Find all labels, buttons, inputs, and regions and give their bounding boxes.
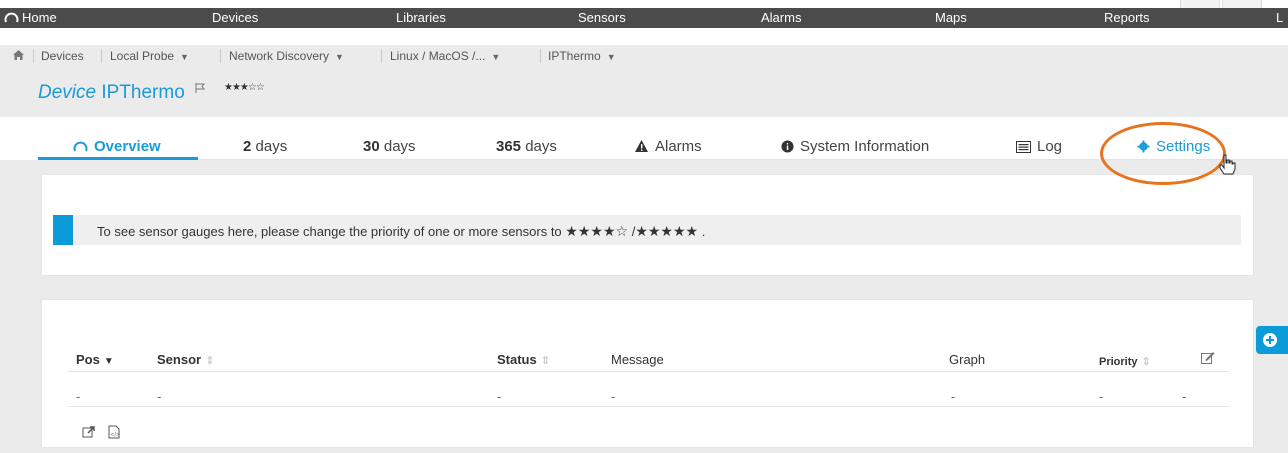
- crumb-separator: [381, 49, 382, 63]
- crumb-devices[interactable]: Devices: [41, 45, 84, 67]
- tab-30-days-number: 30: [363, 138, 380, 155]
- flag-icon[interactable]: [194, 81, 206, 99]
- sort-icon: ⇕: [205, 355, 215, 367]
- column-pos-label: Pos: [76, 352, 100, 367]
- edit-columns-icon[interactable]: [1201, 351, 1215, 369]
- nav-home[interactable]: Home: [4, 8, 57, 28]
- chevron-down-icon[interactable]: ▼: [491, 52, 500, 62]
- highlight-ring: [1100, 122, 1226, 185]
- tab-log[interactable]: Log: [1016, 138, 1062, 160]
- column-message: Message: [611, 352, 664, 367]
- crumb-separator: [33, 49, 34, 63]
- crumb-group-label: Network Discovery: [229, 49, 330, 63]
- table-row-divider: [68, 406, 1229, 407]
- cell-status: -: [497, 389, 502, 404]
- five-stars: ★★★★★: [635, 223, 699, 239]
- sort-down-icon: ▼: [103, 356, 114, 367]
- crumb-separator: [220, 49, 221, 63]
- info-icon: [781, 140, 794, 157]
- crumb-device[interactable]: IPThermo ▼: [548, 45, 616, 67]
- crumb-separator: [540, 49, 541, 63]
- tab-365-days[interactable]: 365 days: [496, 138, 557, 160]
- gauges-notice: To see sensor gauges here, please change…: [53, 215, 1241, 245]
- column-pos[interactable]: Pos ▼: [76, 352, 114, 367]
- object-type: Device: [38, 82, 97, 103]
- tab-30-days-unit: days: [383, 138, 416, 155]
- tab-system-information[interactable]: System Information: [781, 138, 929, 160]
- tab-2-days[interactable]: 2 days: [243, 138, 287, 160]
- tab-365-days-number: 365: [496, 138, 522, 155]
- nav-reports[interactable]: Reports: [1104, 8, 1150, 28]
- column-graph: Graph: [949, 352, 986, 367]
- priority-stars[interactable]: ★★★☆☆: [224, 82, 265, 93]
- column-priority[interactable]: Priority ⇕: [1099, 355, 1151, 368]
- tab-log-label: Log: [1037, 138, 1063, 155]
- four-stars: ★★★★☆: [565, 223, 629, 239]
- column-sensor-label: Sensor: [157, 352, 202, 367]
- main-menu-bar: Home Devices Libraries Sensors Alarms Ma…: [0, 8, 1288, 28]
- nav-libraries[interactable]: Libraries: [396, 8, 446, 28]
- tab-overview-label: Overview: [94, 138, 161, 155]
- column-sensor[interactable]: Sensor ⇕: [157, 352, 214, 367]
- crumb-group[interactable]: Network Discovery ▼: [229, 45, 344, 67]
- tab-2-days-unit: days: [255, 138, 288, 155]
- tab-bar: Overview 2 days 30 days 365 days Alarms …: [0, 130, 1288, 160]
- notice-text: To see sensor gauges here, please change…: [97, 224, 562, 239]
- tab-alarms-label: Alarms: [655, 138, 702, 155]
- plus-circle-icon: [1263, 333, 1277, 347]
- svg-text:</>: </>: [111, 432, 121, 438]
- table-header-divider: [68, 371, 1229, 372]
- notice-message: To see sensor gauges here, please change…: [97, 223, 705, 240]
- sort-icon: ⇕: [1141, 356, 1151, 368]
- tab-30-days[interactable]: 30 days: [363, 138, 416, 160]
- chevron-down-icon[interactable]: ▼: [607, 52, 616, 62]
- gauge-icon: [4, 10, 19, 30]
- table-footer-icons: </>: [82, 425, 121, 444]
- nav-more[interactable]: L: [1276, 8, 1283, 28]
- tab-alarms[interactable]: Alarms: [634, 138, 702, 160]
- crumb-device-label: IPThermo: [548, 49, 601, 63]
- gauge-icon: [73, 140, 88, 157]
- hand-cursor-icon: [1218, 154, 1236, 181]
- xml-export-icon[interactable]: </>: [108, 425, 121, 443]
- nav-home-label: Home: [22, 10, 57, 25]
- nav-sensors[interactable]: Sensors: [578, 8, 626, 28]
- page-title: Device IPThermo: [38, 82, 185, 104]
- list-icon: [1016, 140, 1031, 157]
- warning-icon: [634, 139, 649, 157]
- crumb-separator: [101, 49, 102, 63]
- cell-extra: -: [1182, 389, 1187, 404]
- cell-sensor: -: [157, 389, 162, 404]
- add-button[interactable]: [1256, 326, 1288, 354]
- sensors-table-panel: [42, 300, 1253, 447]
- cell-pos: -: [76, 389, 81, 404]
- external-link-icon[interactable]: [82, 426, 100, 443]
- notice-accent-bar: [53, 215, 73, 245]
- tab-365-days-unit: days: [525, 138, 557, 155]
- top-navigation: Home Devices Libraries Sensors Alarms Ma…: [0, 0, 1288, 28]
- sort-icon: ⇕: [540, 355, 550, 367]
- cell-message: -: [611, 389, 616, 404]
- cell-graph: -: [951, 389, 956, 404]
- notice-end: .: [701, 224, 706, 239]
- nav-maps[interactable]: Maps: [935, 8, 967, 28]
- crumb-probe[interactable]: Local Probe ▼: [110, 45, 189, 67]
- column-status[interactable]: Status ⇕: [497, 352, 550, 367]
- chevron-down-icon[interactable]: ▼: [180, 52, 189, 62]
- column-status-label: Status: [497, 352, 537, 367]
- tab-system-information-label: System Information: [800, 138, 930, 155]
- column-priority-label: Priority: [1099, 356, 1138, 368]
- home-icon[interactable]: [12, 49, 25, 64]
- cell-priority: -: [1099, 389, 1104, 404]
- tab-2-days-number: 2: [243, 138, 252, 155]
- device-name: IPThermo: [101, 82, 185, 103]
- nav-alarms[interactable]: Alarms: [761, 8, 801, 28]
- crumb-probe-label: Local Probe: [110, 49, 175, 63]
- crumb-subgroup[interactable]: Linux / MacOS /... ▼: [390, 45, 500, 67]
- top-strip: [0, 0, 1288, 8]
- chevron-down-icon[interactable]: ▼: [335, 52, 344, 62]
- crumb-subgroup-label: Linux / MacOS /...: [390, 49, 486, 63]
- nav-devices[interactable]: Devices: [212, 8, 258, 28]
- breadcrumb: Devices Local Probe ▼ Network Discovery ▼ …: [0, 45, 1288, 67]
